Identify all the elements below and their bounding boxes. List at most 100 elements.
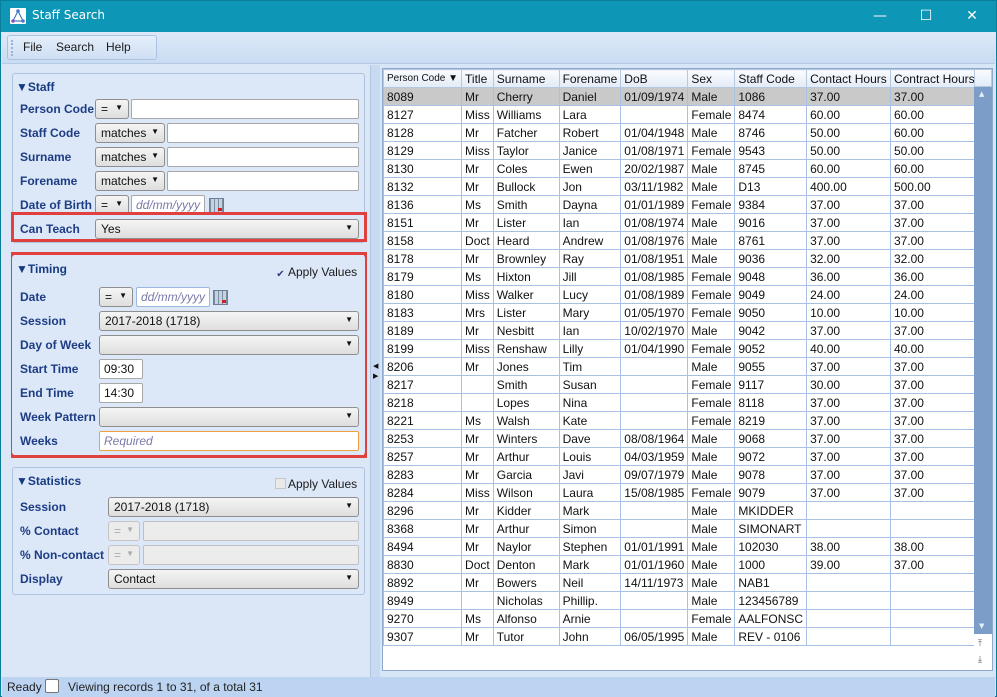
column-header[interactable]: Surname — [492, 69, 560, 88]
weeks-input[interactable]: Required — [99, 431, 359, 451]
table-row[interactable]: 8130 Mr Coles Ewen 20/02/1987 Male 8745 60.00 60… — [383, 159, 992, 178]
table-row[interactable]: 8206 Mr Jones Tim Male 9055 37.00 37.00 — [383, 357, 992, 376]
staff-code-input[interactable] — [167, 123, 359, 143]
column-header[interactable]: Person Code ▼ — [383, 69, 463, 88]
table-row[interactable]: 8253 Mr Winters Dave 08/08/1964 Male 9068 37.00… — [383, 429, 992, 448]
day-of-week-select[interactable]: ▼ — [99, 335, 359, 355]
table-cell: Tutor — [492, 627, 560, 646]
table-row[interactable]: 8218 Lopes Nina Female 8118 37.00 37.00 — [383, 393, 992, 412]
column-header[interactable]: Contact Hours — [806, 69, 891, 88]
end-time-input[interactable]: 14:30 — [99, 383, 143, 403]
column-header[interactable]: DoB — [620, 69, 689, 88]
table-row[interactable]: 9270 Ms Alfonso Arnie Female AALFONSC — [383, 609, 992, 628]
table-row[interactable]: 8127 Miss Williams Lara Female 8474 60.00 60.00 — [383, 105, 992, 124]
calendar-icon[interactable] — [213, 290, 228, 305]
table-cell: 01/04/1990 — [620, 339, 689, 358]
table-row[interactable]: 8178 Mr Brownley Ray 01/08/1951 Male 9036 32.00… — [383, 249, 992, 268]
contact-operator[interactable]: = ▼ — [108, 521, 140, 541]
maximize-icon[interactable]: ☐ — [903, 1, 949, 32]
pane-splitter[interactable]: ◀ ▶ — [370, 65, 380, 677]
table-row[interactable]: 8132 Mr Bullock Jon 03/11/1982 Male D13 400.00 5… — [383, 177, 992, 196]
timing-apply-values-checkbox[interactable]: ✔ Apply Values — [275, 265, 357, 281]
table-row[interactable]: 8180 Miss Walker Lucy 01/08/1989 Female 9049 24… — [383, 285, 992, 304]
chevron-down-icon: ▼ — [345, 411, 353, 420]
table-cell: Fatcher — [492, 123, 560, 142]
forename-operator[interactable]: matches ▼ — [95, 171, 165, 191]
table-cell: Male — [687, 447, 736, 466]
noncontact-operator[interactable]: = ▼ — [108, 545, 140, 565]
table-row[interactable]: 8183 Mrs Lister Mary 01/05/1970 Female 9050 10.… — [383, 303, 992, 322]
table-row[interactable]: 8089 Mr Cherry Daniel 01/09/1974 Male 1086 37.0… — [383, 87, 992, 106]
table-row[interactable]: 9307 Mr Tutor John 06/05/1995 Male REV - 0106 — [383, 627, 992, 646]
table-cell: Nesbitt — [492, 321, 560, 340]
scroll-to-bottom-icon[interactable]: ⤓ — [978, 655, 982, 665]
table-row[interactable]: 8892 Mr Bowers Neil 14/11/1973 Male NAB1 — [383, 573, 992, 592]
table-cell — [806, 609, 891, 628]
display-select[interactable]: Contact ▼ — [108, 569, 359, 589]
scroll-down-icon[interactable]: ▼ — [979, 622, 984, 630]
table-row[interactable]: 8257 Mr Arthur Louis 04/03/1959 Male 9072 37.00… — [383, 447, 992, 466]
table-row[interactable]: 8128 Mr Fatcher Robert 01/04/1948 Male 8746 50.… — [383, 123, 992, 142]
table-row[interactable]: 8179 Ms Hixton Jill 01/08/1985 Female 9048 36.0… — [383, 267, 992, 286]
chevron-down-icon: ▼ — [151, 127, 159, 136]
scroll-up-icon[interactable]: ▲ — [979, 90, 984, 98]
column-header[interactable]: Contract Hours — [889, 69, 979, 88]
table-row[interactable]: 8221 Ms Walsh Kate Female 8219 37.00 37.00 — [383, 411, 992, 430]
table-row[interactable]: 8217 Smith Susan Female 9117 30.00 37.00 — [383, 375, 992, 394]
table-cell: 8128 — [383, 123, 463, 142]
table-row[interactable]: 8283 Mr Garcia Javi 09/07/1979 Male 9078 37.00 3… — [383, 465, 992, 484]
table-row[interactable]: 8158 Doct Heard Andrew 01/08/1976 Male 8761 37.… — [383, 231, 992, 250]
grip-icon[interactable] — [11, 40, 13, 56]
table-row[interactable]: 8494 Mr Naylor Stephen 01/01/1991 Male 102030 3… — [383, 537, 992, 556]
table-cell: SIMONART — [734, 519, 808, 538]
person-code-operator[interactable]: = ▼ — [95, 99, 129, 119]
statistics-apply-values-checkbox[interactable]: Apply Values — [275, 477, 357, 491]
operator-value: = — [101, 198, 109, 212]
week-pattern-select[interactable]: ▼ — [99, 407, 359, 427]
menu-search[interactable]: Search — [56, 40, 94, 54]
person-code-input[interactable] — [131, 99, 359, 119]
date-input[interactable]: dd/mm/yyyy — [136, 287, 210, 307]
table-row[interactable]: 8129 Miss Taylor Janice 01/08/1971 Female 9543… — [383, 141, 992, 160]
close-icon[interactable]: ✕ — [949, 1, 995, 32]
staff-group-toggle[interactable]: ▼Staff — [16, 80, 55, 94]
table-row[interactable]: 8368 Mr Arthur Simon Male SIMONART — [383, 519, 992, 538]
date-operator[interactable]: = ▼ — [99, 287, 133, 307]
noncontact-input[interactable] — [143, 545, 359, 565]
table-row[interactable]: 8189 Mr Nesbitt Ian 10/02/1970 Male 9042 37.00 3… — [383, 321, 992, 340]
vertical-scrollbar[interactable]: ▲ ▼ ⤒ ⤓ — [974, 69, 992, 670]
forename-input[interactable] — [167, 171, 359, 191]
surname-input[interactable] — [167, 147, 359, 167]
timing-group-toggle[interactable]: ▼Timing — [16, 262, 67, 276]
column-header[interactable]: Forename — [558, 69, 622, 88]
table-row[interactable]: 8151 Mr Lister Ian 01/08/1974 Male 9016 37.00 37… — [383, 213, 992, 232]
chevron-down-icon: ▼ — [151, 175, 159, 184]
select-value: 2017-2018 (1718) — [114, 500, 210, 514]
calendar-icon[interactable] — [209, 198, 224, 213]
table-row[interactable]: 8830 Doct Denton Mark 01/01/1960 Male 1000 39.0… — [383, 555, 992, 574]
menu-help[interactable]: Help — [106, 40, 131, 54]
scroll-to-top-icon[interactable]: ⤒ — [978, 639, 982, 649]
staff-code-operator[interactable]: matches ▼ — [95, 123, 165, 143]
table-row[interactable]: 8296 Mr Kidder Mark Male MKIDDER — [383, 501, 992, 520]
contact-input[interactable] — [143, 521, 359, 541]
table-row[interactable]: 8136 Ms Smith Dayna 01/01/1989 Female 9384 37.0… — [383, 195, 992, 214]
expand-right-icon[interactable]: ▶ — [373, 372, 378, 380]
session-select[interactable]: 2017-2018 (1718) ▼ — [99, 311, 359, 331]
table-row[interactable]: 8199 Miss Renshaw Lilly 01/04/1990 Female 9052… — [383, 339, 992, 358]
table-row[interactable]: 8949 Nicholas Phillip. Male 123456789 — [383, 591, 992, 610]
column-header[interactable]: Staff Code — [734, 69, 808, 88]
column-header[interactable]: Title — [461, 69, 494, 88]
minimize-icon[interactable]: — — [857, 1, 903, 32]
column-header[interactable]: Sex — [687, 69, 736, 88]
table-cell: Ms — [461, 411, 494, 430]
scroll-thumb[interactable]: ▲ ▼ — [974, 87, 992, 634]
menu-file[interactable]: File — [23, 40, 42, 54]
table-row[interactable]: 8284 Miss Wilson Laura 15/08/1985 Female 9079 3… — [383, 483, 992, 502]
statistics-group-toggle[interactable]: ▼Statistics — [16, 474, 81, 488]
start-time-input[interactable]: 09:30 — [99, 359, 143, 379]
status-checkbox[interactable] — [45, 679, 59, 693]
surname-operator[interactable]: matches ▼ — [95, 147, 165, 167]
stats-session-select[interactable]: 2017-2018 (1718) ▼ — [108, 497, 359, 517]
collapse-left-icon[interactable]: ◀ — [373, 362, 378, 370]
